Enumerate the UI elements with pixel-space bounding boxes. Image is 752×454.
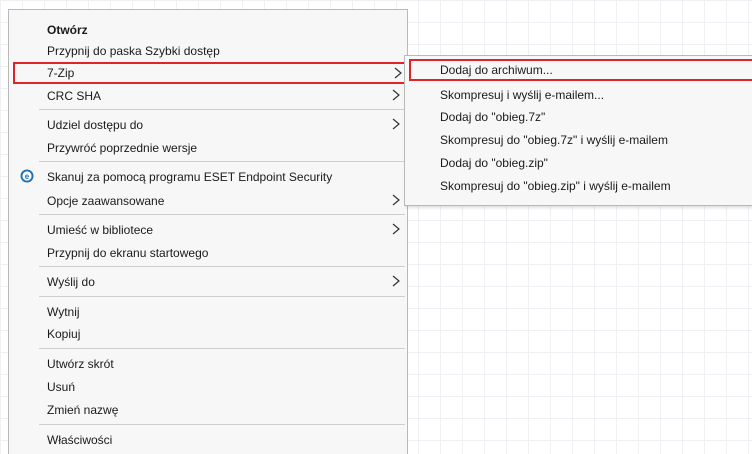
menu-separator (39, 214, 405, 215)
menu-item-advanced-options[interactable]: Opcje zaawansowane (9, 190, 407, 212)
menu-item-label: 7-Zip (47, 66, 75, 80)
menu-item-label: Usuń (47, 380, 76, 394)
menu-separator (39, 348, 405, 349)
submenu-item-compress-and-email[interactable]: Skompresuj i wyślij e-mailem... (405, 84, 752, 106)
menu-item-delete[interactable]: Usuń (9, 376, 407, 398)
menu-item-label: Przywróć poprzednie wersje (47, 141, 198, 155)
submenu-item-label: Dodaj do archiwum... (440, 63, 553, 77)
menu-item-label: Wytnij (47, 305, 80, 319)
chevron-right-icon (392, 223, 400, 235)
menu-item-copy[interactable]: Kopiuj (9, 323, 407, 345)
menu-item-label: Otwórz (47, 23, 88, 37)
submenu-item-label: Skompresuj do "obieg.7z" i wyślij e-mail… (440, 133, 668, 147)
submenu-item-label: Dodaj do "obieg.7z" (440, 110, 546, 124)
menu-separator (39, 109, 405, 110)
menu-item-label: Właściwości (47, 433, 113, 447)
menu-item-properties[interactable]: Właściwości (9, 429, 407, 451)
eset-icon: e (20, 169, 34, 183)
menu-item-label: Zmień nazwę (47, 403, 119, 417)
submenu-7zip: Dodaj do archiwum... Skompresuj i wyślij… (404, 55, 752, 206)
svg-text:e: e (25, 172, 30, 181)
menu-item-label: Przypnij do paska Szybki dostęp (47, 44, 220, 58)
menu-item-label: Umieść w bibliotece (47, 223, 154, 237)
chevron-right-icon (392, 89, 400, 101)
menu-item-label: Wyślij do (47, 275, 95, 289)
menu-item-pin-quick-access[interactable]: Przypnij do paska Szybki dostęp (9, 40, 407, 62)
menu-item-crc-sha[interactable]: CRC SHA (9, 85, 407, 107)
submenu-item-label: Dodaj do "obieg.zip" (440, 156, 548, 170)
chevron-right-icon (392, 118, 400, 130)
chevron-right-icon (392, 194, 400, 206)
menu-separator (39, 296, 405, 297)
submenu-item-compress-7z-email[interactable]: Skompresuj do "obieg.7z" i wyślij e-mail… (405, 129, 752, 151)
menu-item-send-to[interactable]: Wyślij do (9, 271, 407, 293)
menu-item-create-shortcut[interactable]: Utwórz skrót (9, 353, 407, 375)
submenu-item-add-to-7z[interactable]: Dodaj do "obieg.7z" (405, 106, 752, 128)
menu-item-pin-to-start[interactable]: Przypnij do ekranu startowego (9, 242, 407, 264)
menu-separator (39, 266, 405, 267)
context-menu: Otwórz Przypnij do paska Szybki dostęp 7… (8, 9, 408, 454)
submenu-item-compress-zip-email[interactable]: Skompresuj do "obieg.zip" i wyślij e-mai… (405, 175, 752, 197)
menu-item-give-access[interactable]: Udziel dostępu do (9, 114, 407, 136)
menu-item-label: CRC SHA (47, 89, 102, 103)
menu-item-rename[interactable]: Zmień nazwę (9, 399, 407, 421)
menu-separator (39, 161, 405, 162)
menu-item-label: Skanuj za pomocą programu ESET Endpoint … (47, 170, 333, 184)
menu-item-7zip[interactable]: 7-Zip (13, 62, 406, 84)
menu-item-restore-versions[interactable]: Przywróć poprzednie wersje (9, 137, 407, 159)
submenu-item-label: Skompresuj do "obieg.zip" i wyślij e-mai… (440, 179, 671, 193)
chevron-right-icon (394, 67, 402, 79)
menu-item-label: Przypnij do ekranu startowego (47, 246, 209, 260)
submenu-item-add-to-zip[interactable]: Dodaj do "obieg.zip" (405, 152, 752, 174)
menu-item-open[interactable]: Otwórz (9, 19, 407, 41)
menu-item-eset-scan[interactable]: e Skanuj za pomocą programu ESET Endpoin… (9, 166, 407, 188)
menu-item-label: Udziel dostępu do (47, 118, 144, 132)
menu-item-label: Opcje zaawansowane (47, 194, 165, 208)
menu-item-label: Kopiuj (47, 327, 81, 341)
submenu-item-add-to-archive[interactable]: Dodaj do archiwum... (409, 59, 752, 81)
submenu-item-label: Skompresuj i wyślij e-mailem... (440, 88, 605, 102)
menu-item-include-in-library[interactable]: Umieść w bibliotece (9, 219, 407, 241)
chevron-right-icon (392, 275, 400, 287)
menu-item-label: Utwórz skrót (47, 357, 114, 371)
menu-separator (39, 424, 405, 425)
menu-item-cut[interactable]: Wytnij (9, 301, 407, 323)
